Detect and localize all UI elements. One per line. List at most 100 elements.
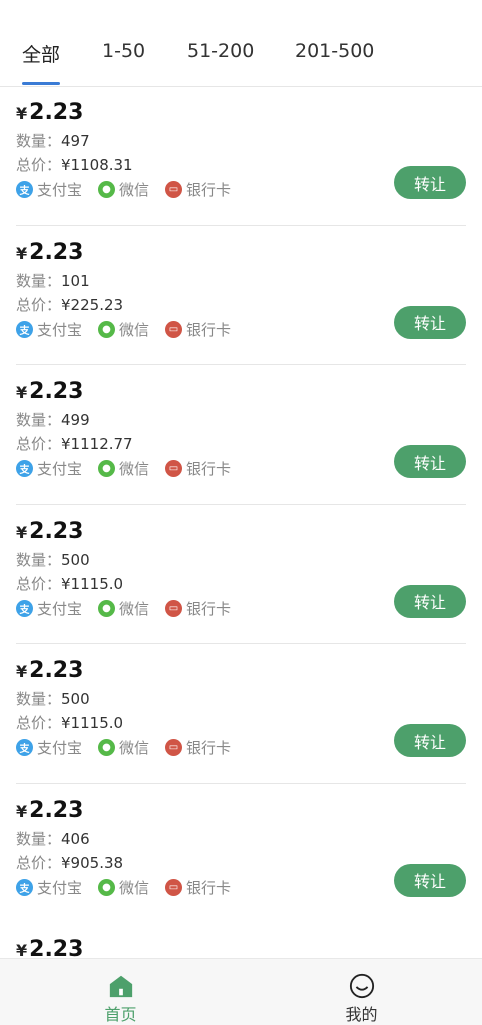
total-label: 总价： — [16, 574, 62, 593]
payment-methods: 支支付宝 ● 微信 ▭ 银行卡 — [16, 458, 247, 479]
payment-alipay: 支支付宝 — [16, 598, 82, 619]
nav-home[interactable]: 首页 — [0, 959, 241, 1025]
payment-alipay: 支支付宝 — [16, 737, 82, 758]
tab-201-500[interactable]: 201-500 — [295, 40, 374, 85]
payment-methods: 支支付宝 ● 微信 ▭ 银行卡 — [16, 598, 247, 619]
payment-wechat: ● 微信 — [98, 737, 149, 758]
total-line: 总价：¥1115.0 — [16, 712, 123, 733]
tab-201-500-label: 201-500 — [295, 40, 375, 62]
list-item: ¥ 2.23 数量：101 总价：¥225.23 支支付宝 ● 微信 ▭ 银行卡 转… — [16, 226, 466, 365]
unit-price: ¥ 2.23 — [16, 100, 83, 125]
payment-wechat: ● 微信 — [98, 877, 149, 898]
quantity-line: 数量：500 — [16, 549, 90, 570]
total-label: 总价： — [16, 714, 62, 732]
wechat-icon: ● — [98, 320, 116, 338]
nav-mine-label: 我的 — [345, 1005, 378, 1024]
quantity-value: 500 — [61, 690, 90, 708]
payment-card: ▭ 银行卡 — [165, 598, 231, 619]
alipay-icon: 支 — [16, 320, 33, 338]
card-label: 银行卡 — [186, 460, 232, 478]
tab-all[interactable]: 全部 — [22, 40, 61, 85]
unit-price: ¥ 2.23 — [16, 240, 83, 265]
currency-symbol: ¥ — [16, 243, 28, 263]
bank-card-icon: ▭ — [165, 460, 183, 477]
quantity-value: 101 — [61, 271, 90, 290]
payment-alipay: 支支付宝 — [16, 877, 82, 898]
smiley-icon — [349, 973, 374, 999]
transfer-button[interactable]: 转让 — [394, 724, 466, 757]
total-value: ¥1112.77 — [61, 435, 133, 453]
wechat-label: 微信 — [119, 320, 150, 339]
quantity-label: 数量： — [16, 550, 62, 569]
alipay-icon: 支 — [16, 878, 33, 896]
unit-price: ¥ 2.23 — [16, 798, 83, 823]
price-value: 2.23 — [29, 379, 84, 404]
total-value: ¥905.38 — [61, 853, 124, 872]
payment-card: ▭ 银行卡 — [165, 877, 231, 898]
quantity-label: 数量： — [16, 829, 62, 848]
alipay-icon: 支 — [16, 599, 33, 617]
wechat-label: 微信 — [119, 739, 150, 757]
currency-symbol: ¥ — [16, 662, 28, 681]
nav-mine[interactable]: 我的 — [241, 959, 482, 1025]
currency-symbol: ¥ — [16, 801, 28, 821]
bank-card-icon: ▭ — [165, 599, 183, 617]
transfer-button[interactable]: 转让 — [394, 305, 466, 339]
bank-card-icon: ▭ — [165, 878, 183, 896]
card-label: 银行卡 — [186, 181, 232, 199]
total-value: ¥225.23 — [61, 295, 124, 314]
list-item: ¥ 2.23 数量：497 总价：¥1108.31 支支付宝 ● 微信 ▭ 银行卡 … — [16, 86, 466, 226]
alipay-icon: 支 — [16, 460, 33, 477]
alipay-icon: 支 — [16, 181, 33, 198]
payment-alipay: 支支付宝 — [16, 319, 82, 340]
list-item: ¥ 2.23 数量：500 总价：¥1115.0 支支付宝 ● 微信 ▭ 银行卡 转… — [16, 505, 466, 644]
transfer-button[interactable]: 转让 — [394, 166, 466, 199]
total-label: 总价： — [16, 435, 62, 453]
wechat-icon: ● — [98, 460, 116, 477]
payment-alipay: 支支付宝 — [16, 458, 82, 479]
quantity-value: 499 — [61, 411, 90, 429]
card-label: 银行卡 — [186, 739, 232, 757]
price-value: 2.23 — [29, 518, 84, 544]
home-icon — [109, 975, 132, 998]
total-line: 总价：¥225.23 — [16, 294, 123, 315]
currency-symbol: ¥ — [16, 383, 28, 402]
list-item: ¥ 2.23 数量：499 总价：¥1112.77 支支付宝 ● 微信 ▭ 银行卡 … — [16, 365, 466, 505]
bank-card-icon: ▭ — [165, 181, 183, 198]
quantity-label: 数量： — [16, 271, 62, 290]
total-label: 总价： — [16, 853, 62, 872]
alipay-label: 支付宝 — [37, 181, 83, 199]
wechat-label: 微信 — [119, 599, 150, 618]
transfer-button[interactable]: 转让 — [394, 584, 466, 618]
card-label: 银行卡 — [186, 320, 232, 339]
wechat-label: 微信 — [119, 181, 150, 199]
payment-wechat: ● 微信 — [98, 179, 149, 200]
bank-card-icon: ▭ — [165, 320, 183, 338]
payment-wechat: ● 微信 — [98, 319, 149, 340]
quantity-value: 497 — [61, 132, 90, 150]
alipay-label: 支付宝 — [37, 878, 83, 897]
transfer-button[interactable]: 转让 — [394, 863, 466, 897]
tab-1-50[interactable]: 1-50 — [102, 40, 145, 85]
filter-tabs: 全部 1-50 51-200 201-500 — [0, 0, 482, 87]
transfer-button[interactable]: 转让 — [394, 445, 466, 478]
tab-51-200[interactable]: 51-200 — [187, 40, 254, 85]
total-value: ¥1108.31 — [61, 156, 133, 174]
order-list: ¥ 2.23 数量：497 总价：¥1108.31 支支付宝 ● 微信 ▭ 银行卡 … — [0, 86, 482, 923]
total-value: ¥1115.0 — [61, 714, 124, 732]
payment-card: ▭ 银行卡 — [165, 319, 231, 340]
tab-51-200-label: 51-200 — [187, 40, 255, 62]
quantity-line: 数量：406 — [16, 828, 90, 849]
payment-wechat: ● 微信 — [98, 458, 149, 479]
total-label: 总价： — [16, 156, 62, 174]
card-label: 银行卡 — [186, 599, 232, 618]
unit-price: ¥ 2.23 — [16, 519, 83, 544]
payment-methods: 支支付宝 ● 微信 ▭ 银行卡 — [16, 737, 247, 758]
tab-all-label: 全部 — [22, 44, 61, 66]
payment-card: ▭ 银行卡 — [165, 458, 231, 479]
price-value: 2.23 — [29, 239, 84, 265]
unit-price: ¥ 2.23 — [16, 379, 83, 404]
bank-card-icon: ▭ — [165, 739, 183, 756]
total-label: 总价： — [16, 295, 62, 314]
wechat-label: 微信 — [119, 460, 150, 478]
